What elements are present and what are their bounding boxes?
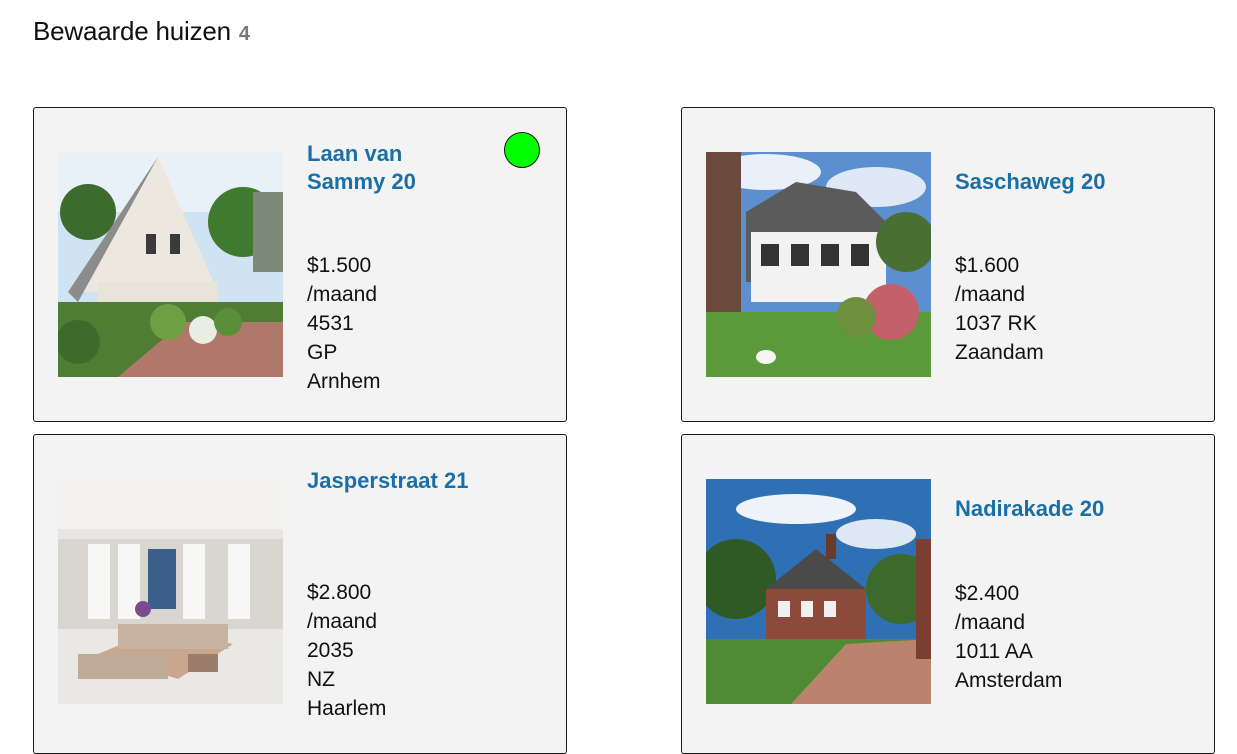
house-photo[interactable] — [706, 152, 931, 377]
listing-price: $1.600 — [955, 254, 1020, 277]
listing-postcode: 1011 AA — [955, 640, 1033, 663]
listing-street-link[interactable]: Laan van Sammy 20 — [307, 140, 477, 196]
page-header: Bewaarde huizen 4 — [33, 16, 250, 47]
page-title: Bewaarde huizen — [33, 16, 231, 46]
house-photo[interactable] — [58, 152, 283, 377]
listing-info: $2.400 /maand 1011 AA Amsterdam — [955, 579, 1105, 695]
status-indicator — [504, 132, 540, 168]
listing-price-period: /maand — [955, 611, 1026, 634]
listing-info: $1.500 /maand 4531 GP Arnhem — [307, 251, 457, 396]
listing-city: Zaandam — [955, 341, 1044, 364]
listing-price: $2.400 — [955, 582, 1020, 605]
listing-price: $2.800 — [307, 581, 372, 604]
listing-street-link[interactable]: Saschaweg 20 — [955, 168, 1155, 196]
listing-postcode-letters: NZ — [307, 668, 335, 691]
listing-postcode-letters: GP — [307, 341, 338, 364]
listing-price-period: /maand — [307, 610, 378, 633]
listing-street-link[interactable]: Nadirakade 20 — [955, 495, 1155, 523]
listing-price-period: /maand — [307, 283, 378, 306]
listing-price: $1.500 — [307, 254, 372, 277]
listing-postcode: 1037 RK — [955, 312, 1037, 335]
listing-card[interactable]: Saschaweg 20 $1.600 /maand 1037 RK Zaand… — [681, 107, 1215, 422]
listing-city: Amsterdam — [955, 669, 1063, 692]
listing-card[interactable]: Jasperstraat 21 $2.800 /maand 2035 NZ Ha… — [33, 434, 567, 754]
listing-info: $1.600 /maand 1037 RK Zaandam — [955, 251, 1105, 367]
listing-card[interactable]: Laan van Sammy 20 $1.500 /maand 4531 GP … — [33, 107, 567, 422]
listing-city: Haarlem — [307, 697, 387, 720]
house-photo[interactable] — [706, 479, 931, 704]
saved-count: 4 — [238, 23, 251, 45]
listing-info: $2.800 /maand 2035 NZ Haarlem — [307, 578, 457, 723]
listing-postcode-number: 2035 — [307, 639, 354, 662]
listing-postcode-number: 4531 — [307, 312, 354, 335]
listing-card[interactable]: Nadirakade 20 $2.400 /maand 1011 AA Amst… — [681, 434, 1215, 754]
listing-price-period: /maand — [955, 283, 1026, 306]
listing-city: Arnhem — [307, 370, 381, 393]
listing-street-link[interactable]: Jasperstraat 21 — [307, 467, 477, 495]
house-photo[interactable] — [58, 479, 283, 704]
